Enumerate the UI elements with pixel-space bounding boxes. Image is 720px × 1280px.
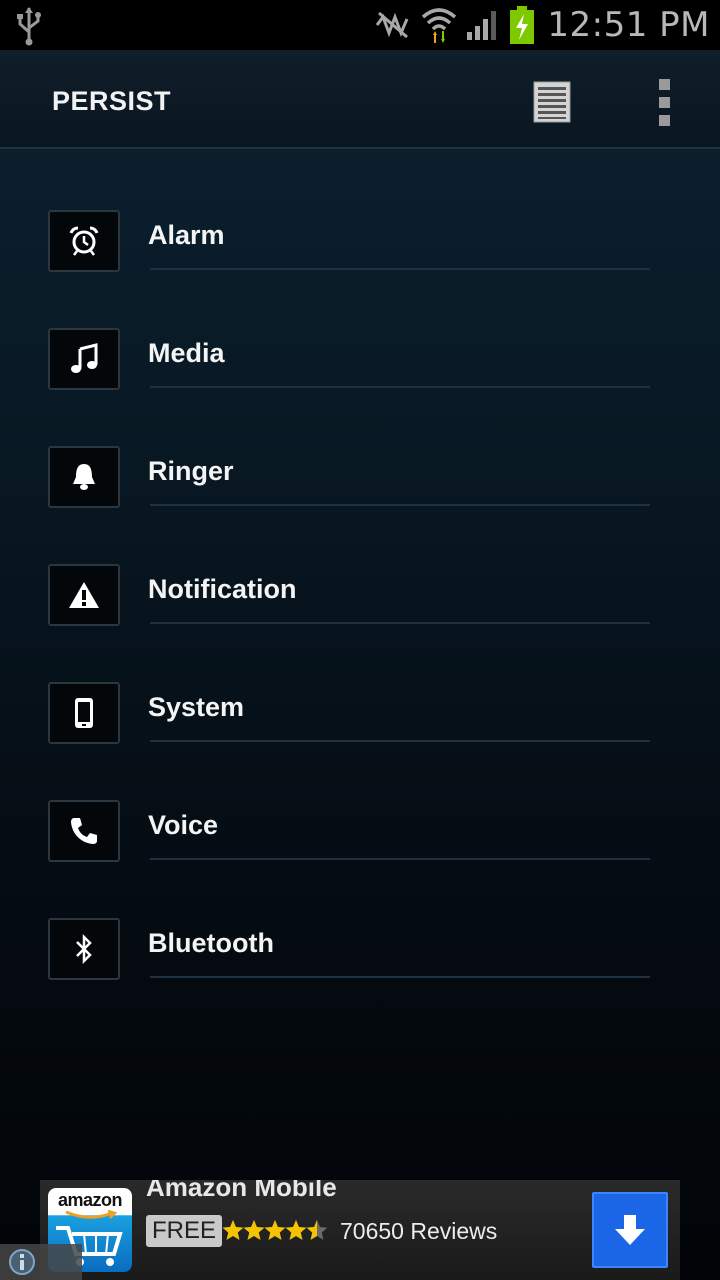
clock: 12:51 PM bbox=[547, 5, 710, 45]
ad-info-button[interactable] bbox=[0, 1244, 82, 1280]
alarm-clock-icon bbox=[69, 226, 99, 256]
bell-icon bbox=[73, 464, 95, 490]
amazon-smile-icon bbox=[65, 1210, 118, 1219]
system-icon-box bbox=[48, 682, 120, 744]
ad-price-badge: FREE bbox=[146, 1215, 223, 1247]
list-item-label: Alarm bbox=[148, 220, 225, 250]
overflow-menu-button[interactable] bbox=[644, 74, 684, 130]
phone-handset-icon bbox=[71, 818, 97, 844]
ad-title: Amazon Mobile bbox=[146, 1180, 337, 1202]
info-icon bbox=[9, 1249, 35, 1275]
list-item-voice[interactable]: Voice bbox=[0, 800, 720, 918]
divider bbox=[150, 268, 650, 270]
list-item-ringer[interactable]: Ringer bbox=[0, 446, 720, 564]
media-icon-box bbox=[48, 328, 120, 390]
list-item-label: System bbox=[148, 692, 245, 722]
wifi-icon bbox=[422, 8, 457, 43]
ad-reviews: 70650 Reviews bbox=[340, 1218, 498, 1244]
ad-banner[interactable]: amazon Amazon Mobile FREE 70650 Reviews bbox=[40, 1180, 680, 1280]
usb-icon bbox=[17, 7, 41, 46]
list-item-system[interactable]: System bbox=[0, 682, 720, 800]
warning-icon bbox=[69, 582, 99, 608]
log-list-icon bbox=[533, 81, 571, 123]
bluetooth-icon bbox=[76, 933, 92, 965]
notification-icon-box bbox=[48, 564, 120, 626]
screen: 12:51 PM PERSIST Alarm Media Ringer Noti… bbox=[0, 0, 720, 1280]
list-item-label: Voice bbox=[148, 810, 219, 840]
divider bbox=[150, 976, 650, 978]
download-arrow-icon bbox=[615, 1215, 645, 1245]
divider bbox=[150, 858, 650, 860]
app-title: PERSIST bbox=[52, 86, 172, 116]
ad-logo-text: amazon bbox=[57, 1190, 123, 1210]
list-item-label: Notification bbox=[148, 574, 297, 604]
divider bbox=[150, 740, 650, 742]
battery-charging-icon bbox=[510, 6, 535, 44]
list-item-label: Bluetooth bbox=[148, 928, 274, 958]
divider bbox=[150, 622, 650, 624]
overflow-dot bbox=[658, 114, 670, 126]
ad-download-button[interactable] bbox=[592, 1192, 668, 1268]
star-filled bbox=[285, 1220, 307, 1240]
star-filled bbox=[222, 1220, 244, 1240]
divider bbox=[150, 504, 650, 506]
ringer-icon-box bbox=[48, 446, 120, 508]
ad-rating bbox=[222, 1216, 332, 1246]
list-item-notification[interactable]: Notification bbox=[0, 564, 720, 682]
sync-muted-icon bbox=[376, 11, 409, 39]
rating-stars bbox=[222, 1220, 328, 1240]
overflow-dot bbox=[658, 96, 670, 108]
alarm-icon-box bbox=[48, 210, 120, 272]
star-filled bbox=[243, 1220, 265, 1240]
voice-icon-box bbox=[48, 800, 120, 862]
list-item-bluetooth[interactable]: Bluetooth bbox=[0, 918, 720, 1036]
list-item-alarm[interactable]: Alarm bbox=[0, 210, 720, 328]
log-button[interactable] bbox=[524, 74, 580, 130]
status-bar: 12:51 PM bbox=[0, 0, 720, 50]
signal-icon bbox=[467, 11, 497, 40]
phone-device-icon bbox=[75, 698, 93, 728]
list-item-label: Media bbox=[148, 338, 225, 368]
bluetooth-icon-box bbox=[48, 918, 120, 980]
star-filled bbox=[264, 1220, 286, 1240]
divider bbox=[150, 386, 650, 388]
list-item-media[interactable]: Media bbox=[0, 328, 720, 446]
overflow-menu-icon bbox=[658, 78, 670, 90]
music-note-icon bbox=[71, 343, 98, 373]
action-bar: PERSIST bbox=[0, 50, 720, 149]
list-item-label: Ringer bbox=[148, 456, 234, 486]
